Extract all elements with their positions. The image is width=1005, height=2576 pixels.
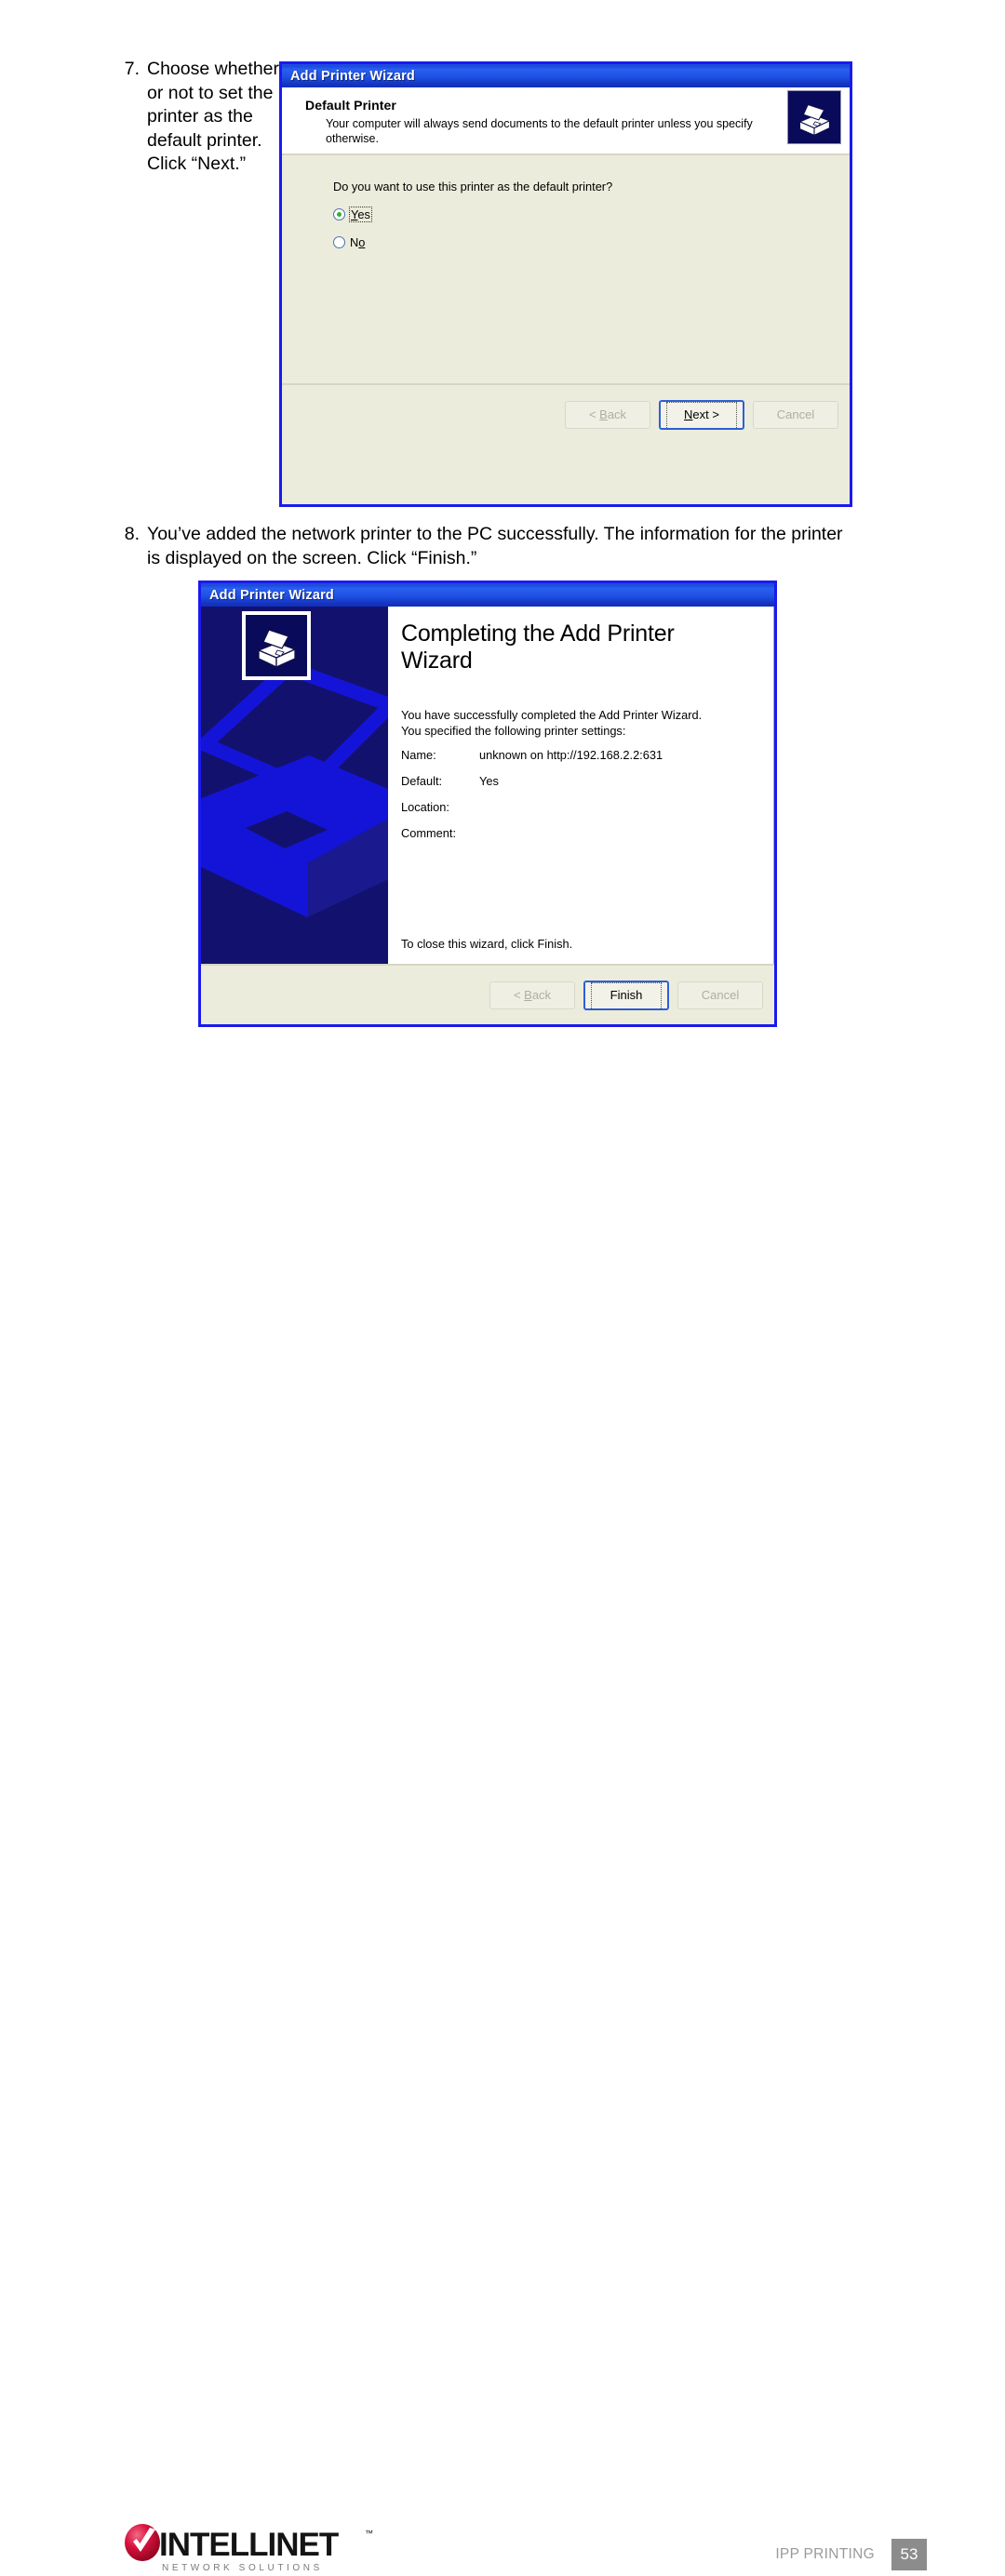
- page-footer: INTELLINET ™ NETWORK SOLUTIONS IPP PRINT…: [0, 1256, 1005, 2573]
- settings-value: unknown on http://192.168.2.2:631: [479, 748, 663, 762]
- radio-label-no: No: [350, 235, 366, 249]
- dialog-content: Do you want to use this printer as the d…: [282, 155, 850, 444]
- printer-icon-glyph: [788, 91, 840, 143]
- settings-row: Comment:: [401, 826, 755, 840]
- wizard-intro-line2: You specified the following printer sett…: [401, 724, 626, 738]
- default-printer-question: Do you want to use this printer as the d…: [333, 180, 613, 194]
- step-number: 7.: [124, 59, 140, 79]
- page-number-badge: 53: [891, 2539, 927, 2570]
- add-printer-wizard-completing-dialog: Add Printer Wizard Completing the Add Pr…: [198, 581, 777, 1027]
- footer-page-info: IPP PRINTING 53: [775, 2539, 927, 2570]
- instruction-step-8: 8. You’ve added the network printer to t…: [115, 523, 851, 570]
- dialog-button-bar: < Back Finish Cancel: [201, 964, 774, 1024]
- dialog-titlebar: Add Printer Wizard: [201, 583, 774, 607]
- step-text: Choose whether or not to set the printer…: [147, 59, 280, 174]
- wizard-content-pane: Completing the Add Printer Wizard You ha…: [388, 607, 774, 964]
- radio-label-yes: Yes: [349, 207, 372, 222]
- settings-row: Location:: [401, 800, 755, 814]
- settings-row: Default: Yes: [401, 774, 755, 788]
- radio-option-yes[interactable]: Yes: [333, 207, 372, 222]
- svg-text:NETWORK SOLUTIONS: NETWORK SOLUTIONS: [162, 2563, 323, 2573]
- dialog-heading: Default Printer: [305, 98, 396, 113]
- next-button[interactable]: Next >: [659, 399, 744, 430]
- footer-section-label: IPP PRINTING: [775, 2546, 875, 2562]
- dialog-description: Your computer will always send documents…: [326, 117, 753, 145]
- settings-key: Location:: [401, 800, 449, 814]
- settings-row: Name: unknown on http://192.168.2.2:631: [401, 748, 755, 762]
- radio-indicator-yes[interactable]: [333, 208, 345, 220]
- settings-value: [479, 826, 755, 840]
- printer-icon: [787, 90, 841, 144]
- dialog-titlebar: Add Printer Wizard: [282, 64, 850, 87]
- add-printer-wizard-default-printer-dialog: Add Printer Wizard Default Printer Your …: [279, 61, 852, 507]
- dialog-title: Add Printer Wizard: [209, 587, 334, 603]
- step-text: You’ve added the network printer to the …: [147, 524, 843, 568]
- dialog-header: Default Printer Your computer will alway…: [282, 87, 850, 155]
- intellinet-logo: INTELLINET ™ NETWORK SOLUTIONS: [125, 2524, 373, 2573]
- wizard-intro-line1: You have successfully completed the Add …: [401, 708, 703, 722]
- back-button[interactable]: < Back: [489, 981, 575, 1009]
- instruction-step-7: 7. Choose whether or not to set the prin…: [115, 58, 283, 177]
- dialog-title: Add Printer Wizard: [290, 68, 415, 84]
- svg-text:™: ™: [365, 2529, 373, 2538]
- radio-indicator-no[interactable]: [333, 236, 345, 248]
- wizard-intro: You have successfully completed the Add …: [401, 707, 745, 739]
- radio-option-no[interactable]: No: [333, 235, 365, 249]
- printer-icon-glyph: [246, 615, 307, 676]
- settings-value: Yes: [479, 774, 499, 788]
- svg-text:INTELLINET: INTELLINET: [159, 2527, 339, 2563]
- finish-button[interactable]: Finish: [583, 980, 669, 1010]
- wizard-closing-text: To close this wizard, click Finish.: [401, 937, 573, 951]
- step-number: 8.: [124, 524, 140, 544]
- wizard-sidebar-graphic: [201, 607, 388, 964]
- settings-key: Comment:: [401, 826, 457, 840]
- cancel-button[interactable]: Cancel: [677, 981, 763, 1009]
- settings-value: [479, 800, 755, 814]
- settings-key: Default:: [401, 774, 443, 788]
- dialog-panes: Completing the Add Printer Wizard You ha…: [201, 607, 774, 964]
- printer-icon: [242, 611, 311, 680]
- large-printer-illustration: [201, 633, 388, 964]
- cancel-button[interactable]: Cancel: [753, 400, 838, 429]
- printer-settings-summary: Name: unknown on http://192.168.2.2:631 …: [401, 748, 755, 852]
- back-button[interactable]: < Back: [565, 400, 650, 429]
- dialog-button-bar: < Back Next > Cancel: [282, 383, 850, 444]
- settings-key: Name:: [401, 748, 436, 762]
- wizard-heading: Completing the Add Printer Wizard: [401, 621, 675, 674]
